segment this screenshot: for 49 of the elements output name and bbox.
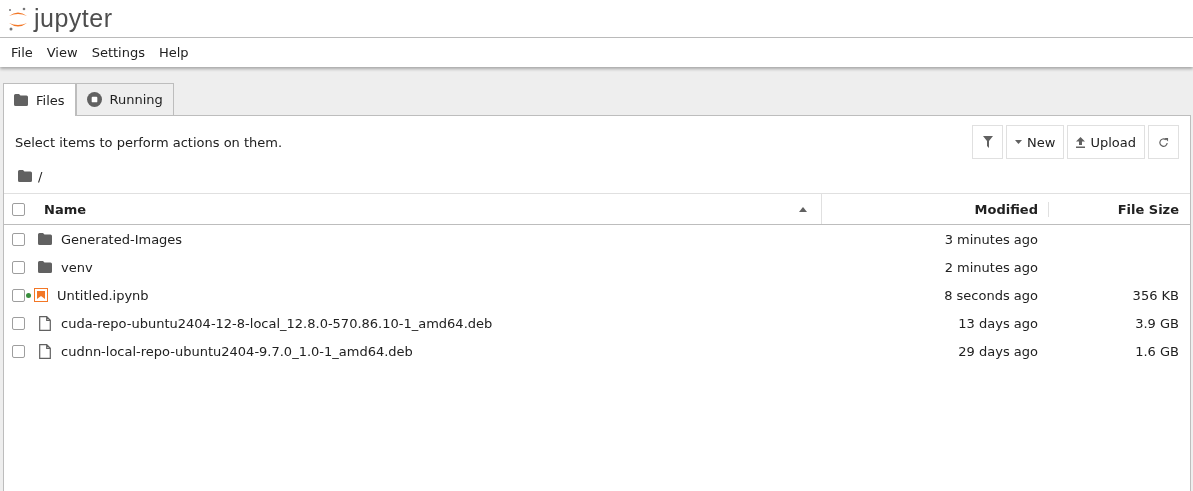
column-header[interactable]: Modified [822, 201, 1048, 217]
row-checkbox[interactable] [12, 232, 25, 246]
filter-button[interactable] [972, 125, 1004, 159]
modified-time: 2 minutes ago [943, 259, 1039, 275]
folder-icon [38, 261, 52, 273]
file-size: 1.6 GB [1134, 343, 1180, 359]
sort-icon[interactable] [799, 206, 807, 212]
upload-icon [1076, 136, 1086, 148]
breadcrumb-link[interactable]: / [38, 168, 43, 184]
modified-time: 13 days ago [957, 315, 1039, 331]
file-name[interactable]: cuda-repo-ubuntu2404-12-8-local_12.8.0-570.86.10-1_amd64.deb [61, 315, 493, 331]
menu-item[interactable]: View [39, 45, 85, 60]
menu-item[interactable]: Settings [84, 45, 152, 60]
logo-text: jupyter [34, 6, 113, 31]
upload-button[interactable]: Upload [1067, 125, 1145, 159]
modified-time: 3 minutes ago [943, 231, 1039, 247]
menu-item[interactable]: Help [151, 45, 196, 60]
file-name[interactable]: cudnn-local-repo-ubuntu2404-9.7.0_1.0-1_amd64.deb [61, 343, 413, 359]
row-checkbox[interactable] [12, 260, 25, 274]
file-name[interactable]: Generated-Images [61, 231, 183, 247]
column-header[interactable]: File Size [1048, 201, 1190, 217]
new-button[interactable]: New [1006, 125, 1065, 159]
file-size: 356 KB [1131, 287, 1180, 303]
refresh-button[interactable] [1148, 125, 1179, 159]
file-size: 3.9 GB [1134, 315, 1180, 331]
column-header[interactable]: Name [44, 201, 791, 217]
file-name[interactable]: venv [61, 259, 93, 275]
menu-item[interactable]: File [4, 45, 40, 60]
folder-icon [38, 233, 52, 245]
select-all-checkbox[interactable] [12, 202, 25, 216]
folder-icon [14, 94, 28, 106]
row-checkbox[interactable] [12, 288, 25, 302]
logo-icon [8, 5, 28, 32]
caret-icon [1015, 140, 1023, 144]
tab[interactable]: Running [75, 83, 174, 115]
tab[interactable]: Files [3, 83, 76, 116]
modified-time: 8 seconds ago [943, 287, 1039, 303]
home-folder-icon [18, 170, 32, 182]
stop-icon [86, 92, 102, 107]
modified-time: 29 days ago [957, 343, 1039, 359]
file-icon [39, 315, 51, 331]
file-name[interactable]: Untitled.ipynb [57, 287, 149, 303]
filter-icon [982, 136, 993, 148]
refresh-icon [1158, 136, 1169, 148]
hint-text: Select items to perform actions on them. [15, 134, 284, 150]
file-icon [39, 343, 51, 359]
notebook-icon [34, 288, 48, 302]
row-checkbox[interactable] [12, 316, 25, 330]
row-checkbox[interactable] [12, 344, 25, 358]
